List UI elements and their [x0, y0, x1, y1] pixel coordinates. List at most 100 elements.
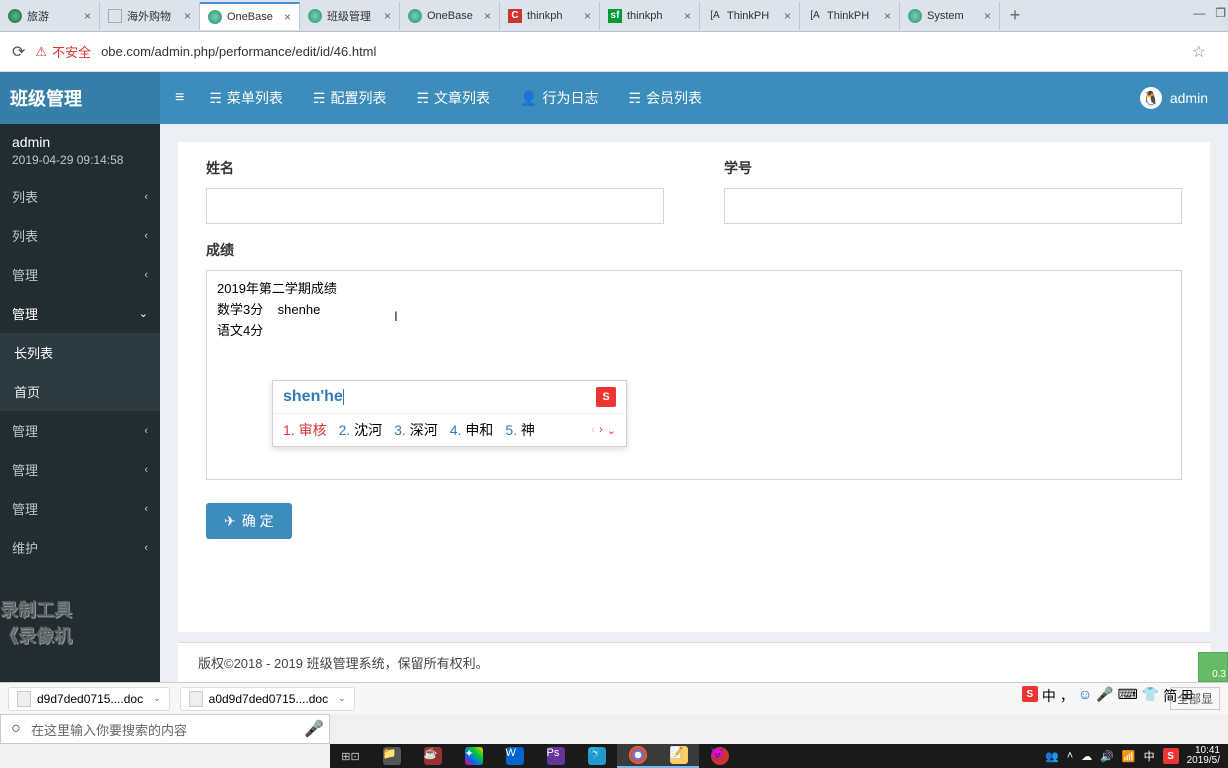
close-icon[interactable]: ×	[184, 9, 191, 23]
sogou-tray-icon[interactable]: S	[1163, 748, 1179, 764]
security-indicator[interactable]: ⚠不安全	[35, 42, 91, 61]
watermark: 录制工具 《录像机	[0, 596, 72, 648]
corner-widget[interactable]: 0.3	[1198, 652, 1228, 682]
nav-action-log[interactable]: 👤行为日志	[520, 88, 598, 108]
maximize-icon[interactable]: ❐	[1215, 6, 1226, 20]
menu-toggle-icon[interactable]: ≡	[160, 89, 199, 107]
taskbar-app[interactable]: 📁	[371, 744, 412, 768]
url-field[interactable]: obe.com/admin.php/performance/edit/id/46…	[101, 44, 1182, 59]
taskbar-app[interactable]: 🐬	[576, 744, 617, 768]
user-menu[interactable]: 🐧 admin	[1140, 87, 1228, 109]
close-icon[interactable]: ×	[784, 9, 791, 23]
taskbar-clock[interactable]: 10:41 2019/5/	[1187, 746, 1220, 766]
new-tab-button[interactable]: +	[1000, 5, 1030, 26]
close-icon[interactable]: ×	[584, 9, 591, 23]
tab-9[interactable]: System ×	[900, 2, 1000, 30]
nav-member-list[interactable]: ☴会员列表	[628, 88, 702, 108]
tab-7[interactable]: [AThinkPH×	[700, 2, 800, 30]
tab-title: System	[927, 10, 979, 22]
close-icon[interactable]: ×	[284, 10, 291, 24]
tab-6[interactable]: sfthinkph×	[600, 2, 700, 30]
download-item-1[interactable]: d9d7ded0715....doc⌄	[8, 687, 170, 711]
sidebar-sub-1[interactable]: 首页	[0, 372, 160, 411]
nav-config-list[interactable]: ☴配置列表	[313, 88, 387, 108]
browser-tab-bar: 旅游× 海外购物× OneBase× 班级管理× OneBase× Cthink…	[0, 0, 1228, 32]
chevron-left-icon: ‹	[144, 425, 148, 437]
mic-icon[interactable]: 🎤	[299, 719, 329, 739]
text-cursor-icon: I	[394, 308, 398, 324]
file-icon	[189, 691, 203, 707]
chevron-down-icon[interactable]: ⌄	[338, 693, 346, 704]
lang-indicator[interactable]: 中	[1144, 748, 1155, 764]
expand-icon[interactable]: ⌄	[607, 424, 616, 437]
ime-candidate-4[interactable]: 4. 申和	[450, 420, 494, 440]
tab-4[interactable]: OneBase×	[400, 2, 500, 30]
ime-candidate-2[interactable]: 2. 沈河	[339, 420, 383, 440]
score-textarea[interactable]	[206, 270, 1182, 480]
taskbar-app[interactable]: 📝	[658, 744, 699, 768]
tab-title: OneBase	[227, 11, 279, 23]
taskbar-app[interactable]: Ps	[535, 744, 576, 768]
tab-3[interactable]: 班级管理×	[300, 2, 400, 30]
volume-icon[interactable]: 🔊	[1100, 750, 1114, 763]
chevron-left-icon: ‹	[144, 191, 148, 203]
minimize-icon[interactable]: —	[1193, 6, 1205, 20]
tab-5[interactable]: Cthinkph×	[500, 2, 600, 30]
wifi-icon[interactable]: 📶	[1122, 750, 1136, 763]
ime-status-tray[interactable]: S 中 ， ☺ 🎤 ⌨ 👕 简 ⊞	[1022, 686, 1193, 706]
taskbar-chrome[interactable]	[617, 744, 658, 768]
next-icon[interactable]: ›	[599, 424, 603, 437]
sidebar-item-6[interactable]: 管理‹	[0, 489, 160, 528]
close-icon[interactable]: ×	[684, 9, 691, 23]
windows-search[interactable]: ○ 在这里输入你要搜索的内容 🎤	[0, 714, 330, 744]
sidebar-timestamp: 2019-04-29 09:14:58	[12, 153, 148, 167]
taskbar-app[interactable]: ☕	[412, 744, 453, 768]
sidebar-item-1[interactable]: 列表‹	[0, 216, 160, 255]
close-icon[interactable]: ×	[384, 9, 391, 23]
logo[interactable]: 班级管理	[0, 72, 160, 124]
sogou-icon: S	[1022, 686, 1038, 702]
sidebar-item-2[interactable]: 管理‹	[0, 255, 160, 294]
nav-article-list[interactable]: ☴文章列表	[416, 88, 490, 108]
name-input[interactable]	[206, 188, 664, 224]
bookmark-star-icon[interactable]: ☆	[1192, 42, 1206, 62]
sidebar-item-3[interactable]: 管理⌄	[0, 294, 160, 333]
sidebar-item-5[interactable]: 管理‹	[0, 450, 160, 489]
cloud-icon[interactable]: ☁	[1081, 750, 1092, 763]
submit-button[interactable]: ✈确 定	[206, 503, 292, 539]
tab-2-active[interactable]: OneBase ×	[200, 2, 300, 30]
nav-label: 文章列表	[434, 88, 490, 108]
taskbar-app[interactable]: W	[494, 744, 535, 768]
ime-candidate-3[interactable]: 3. 深河	[394, 420, 438, 440]
sogou-logo-icon: S	[596, 387, 616, 407]
smile-icon: ☺	[1078, 686, 1092, 706]
globe-icon	[8, 9, 22, 23]
task-view-icon[interactable]: ⊞⊡	[330, 744, 371, 768]
taskbar-app[interactable]: 😈	[699, 744, 740, 768]
nav-menu-list[interactable]: ☴菜单列表	[209, 88, 283, 108]
close-icon[interactable]: ×	[484, 9, 491, 23]
ime-candidate-1[interactable]: 1. 审核	[283, 420, 327, 440]
tab-8[interactable]: [AThinkPH×	[800, 2, 900, 30]
close-icon[interactable]: ×	[984, 9, 991, 23]
tray-up-icon[interactable]: ˄	[1067, 750, 1073, 762]
taskbar-app[interactable]: ✦	[453, 744, 494, 768]
chevron-down-icon[interactable]: ⌄	[153, 693, 161, 704]
chevron-left-icon: ‹	[144, 230, 148, 242]
number-input[interactable]	[724, 188, 1182, 224]
download-item-2[interactable]: a0d9d7ded0715....doc⌄	[180, 687, 355, 711]
sidebar-item-0[interactable]: 列表‹	[0, 177, 160, 216]
sidebar-item-7[interactable]: 维护‹	[0, 528, 160, 567]
sidebar-sub-0[interactable]: 长列表	[0, 333, 160, 372]
reload-icon[interactable]: ⟳	[12, 42, 25, 62]
nav-label: 配置列表	[330, 88, 386, 108]
tab-0[interactable]: 旅游×	[0, 2, 100, 30]
people-icon[interactable]: 👥	[1045, 750, 1059, 763]
close-icon[interactable]: ×	[84, 9, 91, 23]
ime-candidate-5[interactable]: 5. 神	[505, 420, 535, 440]
site-icon: [A	[708, 9, 722, 23]
sidebar-item-4[interactable]: 管理‹	[0, 411, 160, 450]
close-icon[interactable]: ×	[884, 9, 891, 23]
tab-1[interactable]: 海外购物×	[100, 2, 200, 30]
prev-icon[interactable]: ‹	[591, 424, 595, 437]
